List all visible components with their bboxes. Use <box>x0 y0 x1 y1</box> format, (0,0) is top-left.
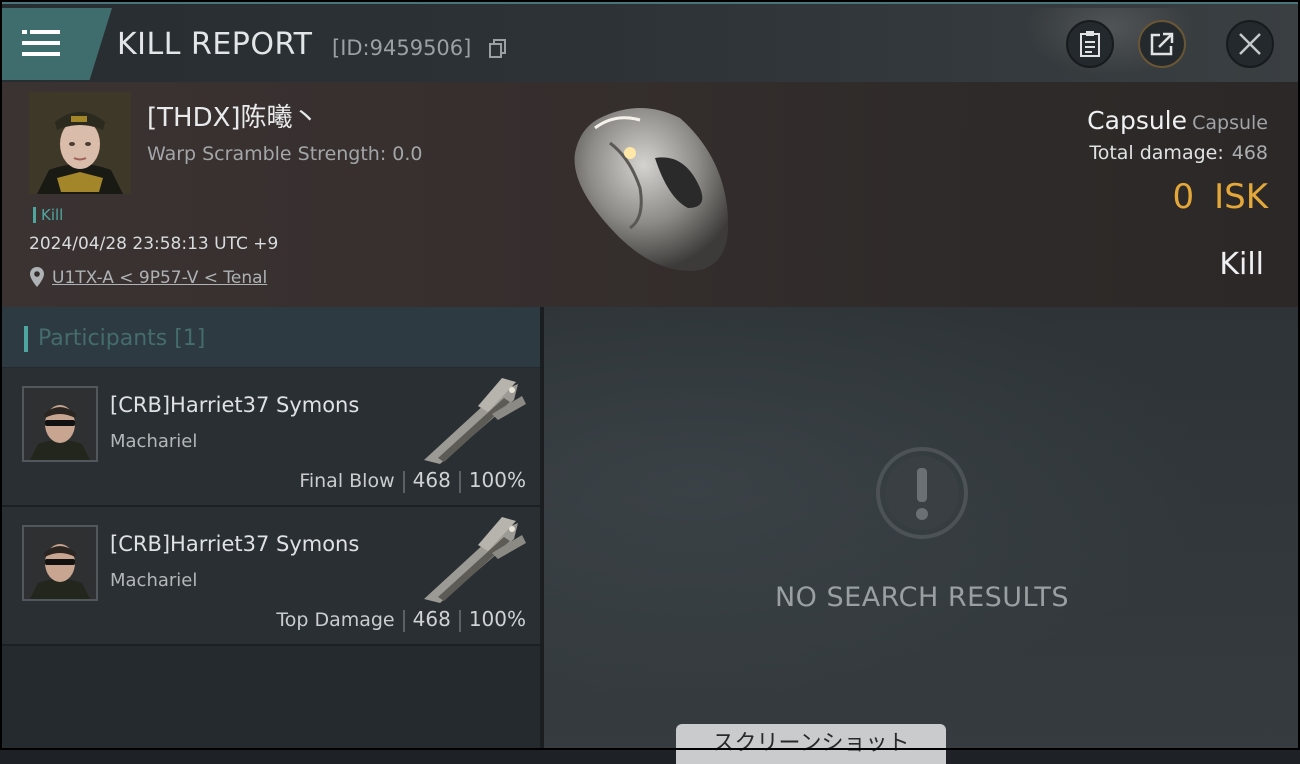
header-bar: KILL REPORT [ID:9459506] <box>0 4 1300 84</box>
exclamation-icon <box>876 447 968 539</box>
share-button[interactable] <box>1138 20 1186 68</box>
total-damage-value: 468 <box>1231 142 1268 164</box>
isk-value: 0 ISK <box>1172 177 1268 217</box>
kill-timestamp: 2024/04/28 23:58:13 UTC +9 <box>29 234 279 254</box>
close-button[interactable] <box>1226 20 1274 68</box>
share-icon <box>1150 32 1174 56</box>
machariel-ship-image <box>424 517 526 603</box>
kill-result-label: Kill <box>1219 247 1264 282</box>
participant-stats: Final Blow 468 100% <box>299 468 526 493</box>
menu-button[interactable] <box>0 8 112 80</box>
total-damage: Total damage: 468 <box>1089 142 1268 164</box>
location-pin-icon <box>30 267 44 287</box>
victim-portrait[interactable] <box>29 92 131 194</box>
stat-divider <box>458 470 461 493</box>
participant-percent: 100% <box>468 468 526 492</box>
participant-name[interactable]: [CRB]Harriet37 Symons <box>110 532 359 556</box>
ship-class-name: Capsule <box>1192 112 1268 134</box>
clipboard-button[interactable] <box>1066 20 1114 68</box>
participant-portrait-image <box>24 527 96 599</box>
participant-ship: Machariel <box>110 570 198 591</box>
participant-portrait[interactable] <box>22 386 98 462</box>
participant-damage: 468 <box>412 468 451 492</box>
details-panel: NO SEARCH RESULTS <box>544 307 1300 750</box>
participant-portrait-image <box>24 388 96 460</box>
menu-icon <box>22 30 60 56</box>
page-title: KILL REPORT <box>117 27 313 62</box>
close-icon <box>1239 33 1261 55</box>
participant-damage: 468 <box>412 607 451 631</box>
participants-header-label: Participants [1] <box>38 326 206 351</box>
screenshot-button[interactable]: スクリーンショット <box>676 724 946 764</box>
victim-portrait-image <box>29 92 131 194</box>
kill-tag: Kill <box>33 207 63 223</box>
participants-header: Participants [1] <box>0 307 540 367</box>
stat-divider <box>402 470 405 493</box>
copy-icon[interactable] <box>489 39 507 59</box>
isk-amount: 0 <box>1172 177 1195 217</box>
stat-divider <box>402 609 405 632</box>
capsule-ship-image[interactable] <box>560 98 740 278</box>
participant-stats: Top Damage 468 100% <box>276 607 526 632</box>
participant-ship: Machariel <box>110 431 198 452</box>
ship-type-name: Capsule <box>1087 106 1188 135</box>
participant-portrait[interactable] <box>22 525 98 601</box>
participants-panel: Participants [1] [CRB]Harriet37 Symons M… <box>0 307 540 750</box>
total-damage-label: Total damage: <box>1089 142 1224 164</box>
participant-role: Top Damage <box>276 609 395 631</box>
participant-percent: 100% <box>468 607 526 631</box>
participant-name[interactable]: [CRB]Harriet37 Symons <box>110 393 359 417</box>
participant-row[interactable]: [CRB]Harriet37 Symons Machariel Top Dama… <box>0 507 540 646</box>
stat-divider <box>458 609 461 632</box>
victim-name[interactable]: [THDX]陈曦丶 <box>147 97 319 134</box>
no-search-results-text: NO SEARCH RESULTS <box>774 582 1070 613</box>
top-accent-line <box>0 0 1300 4</box>
participants-header-accent <box>24 326 28 352</box>
participant-role: Final Blow <box>299 470 395 492</box>
kill-location-link[interactable]: U1TX-A < 9P57-V < Tenal <box>52 268 267 288</box>
isk-unit: ISK <box>1214 177 1268 217</box>
machariel-ship-image <box>424 378 526 464</box>
clipboard-icon <box>1080 31 1100 57</box>
kill-id: [ID:9459506] <box>332 36 472 60</box>
warp-scramble-strength: Warp Scramble Strength: 0.0 <box>147 143 423 165</box>
participant-row[interactable]: [CRB]Harriet37 Symons Machariel Final Bl… <box>0 368 540 507</box>
victim-ship-type: Capsule Capsule <box>1087 106 1268 135</box>
